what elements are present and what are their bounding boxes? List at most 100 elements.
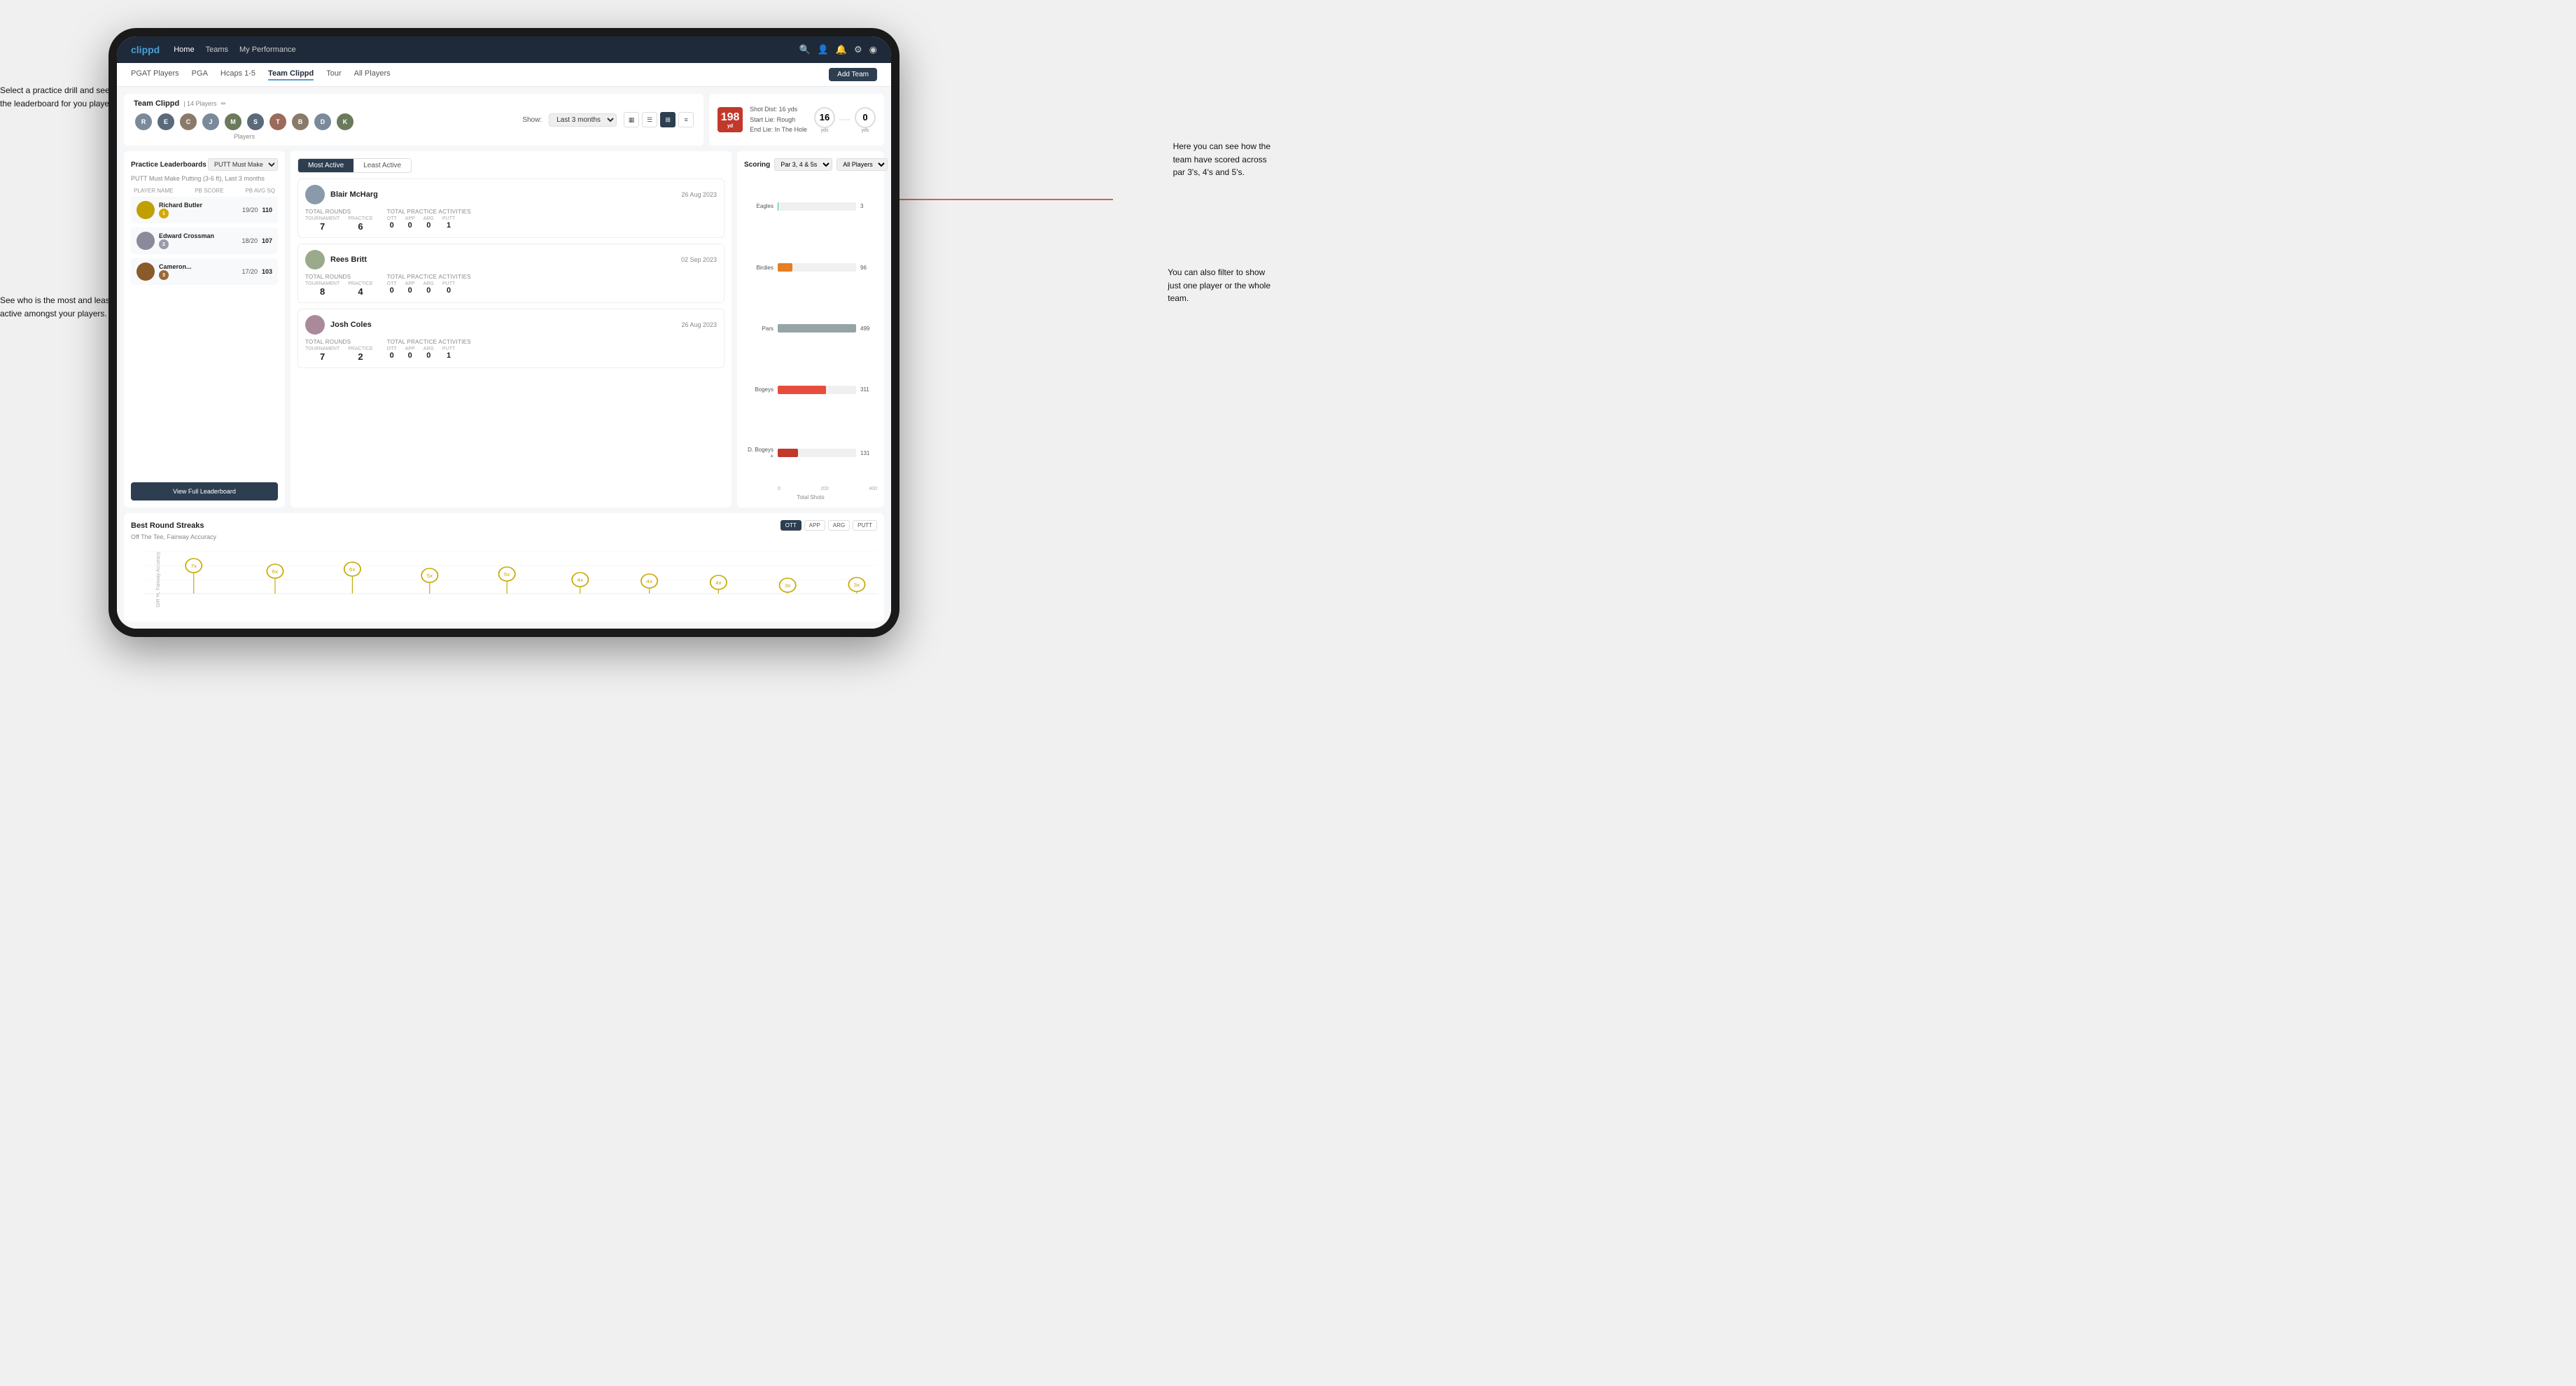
sub-nav-all-players[interactable]: All Players bbox=[354, 69, 391, 80]
annotation-bottom-right: You can also filter to show just one pla… bbox=[1168, 266, 1270, 305]
sub-nav-links: PGAT Players PGA Hcaps 1-5 Team Clippd T… bbox=[131, 69, 829, 80]
list-view-icon[interactable]: ☰ bbox=[642, 112, 657, 127]
view-icons: ▦ ☰ ⊞ ≡ bbox=[624, 112, 694, 127]
avatar bbox=[305, 315, 325, 335]
total-rounds-group: Total Rounds Tournament 7 Practice bbox=[305, 339, 373, 362]
bar-chart: Eagles 3 Birdies 96 bbox=[744, 178, 877, 484]
scoring-header: Scoring Par 3, 4 & 5s Par 3s Par 4s Par … bbox=[744, 158, 877, 171]
player-name: Josh Coles bbox=[330, 321, 676, 329]
avatar: K bbox=[335, 112, 355, 132]
arg-value: 0 bbox=[426, 221, 430, 230]
nav-icons: 🔍 👤 🔔 ⚙ ◉ bbox=[799, 44, 877, 55]
players-label: Players bbox=[134, 133, 355, 140]
settings-icon[interactable]: ⚙ bbox=[854, 44, 862, 55]
sub-nav-pga[interactable]: PGA bbox=[192, 69, 208, 80]
tournament-rounds: 8 bbox=[320, 286, 325, 297]
player-card: Rees Britt 02 Sep 2023 Total Rounds Tour… bbox=[298, 244, 724, 303]
par-filter-select[interactable]: Par 3, 4 & 5s Par 3s Par 4s Par 5s bbox=[774, 158, 832, 171]
shot-details: Shot Dist: 16 yds Start Lie: Rough End L… bbox=[750, 104, 807, 134]
lb-player-row: Edward Crossman 2 18/20 107 bbox=[131, 227, 278, 254]
putt-value: 1 bbox=[447, 221, 451, 230]
sub-nav-hcaps[interactable]: Hcaps 1-5 bbox=[220, 69, 255, 80]
leaderboard-panel: Practice Leaderboards PUTT Must Make Put… bbox=[124, 151, 285, 507]
gold-medal: 1 bbox=[159, 209, 169, 218]
grid-view-icon[interactable]: ▦ bbox=[624, 112, 639, 127]
scoring-panel: Scoring Par 3, 4 & 5s Par 3s Par 4s Par … bbox=[737, 151, 884, 507]
sub-nav-pgat[interactable]: PGAT Players bbox=[131, 69, 179, 80]
shot-unit: yd bbox=[727, 124, 733, 129]
shot-distance: 198 bbox=[721, 111, 740, 124]
sub-nav: PGAT Players PGA Hcaps 1-5 Team Clippd T… bbox=[117, 63, 891, 87]
best-round-streaks: Best Round Streaks OTT APP ARG PUTT Off … bbox=[124, 513, 884, 622]
avatar: J bbox=[201, 112, 220, 132]
player-card-header: Rees Britt 02 Sep 2023 bbox=[305, 250, 717, 270]
filter-putt[interactable]: PUTT bbox=[853, 520, 877, 531]
player-stats: Total Rounds Tournament 8 Practice bbox=[305, 274, 717, 297]
player-name: Edward Crossman bbox=[159, 232, 237, 239]
nav-link-performance[interactable]: My Performance bbox=[239, 46, 296, 54]
player-card: Blair McHarg 26 Aug 2023 Total Rounds To… bbox=[298, 178, 724, 238]
player-name: Rees Britt bbox=[330, 255, 676, 264]
lb-player-row: Richard Butler 1 19/20 110 bbox=[131, 197, 278, 223]
top-row: Team Clippd | 14 Players ✏ R E C J M bbox=[124, 94, 884, 146]
logo: clippd bbox=[131, 44, 160, 55]
putt-value: 1 bbox=[447, 351, 451, 360]
nav-link-home[interactable]: Home bbox=[174, 46, 194, 54]
table-view-icon[interactable]: ≡ bbox=[678, 112, 694, 127]
activity-tabs: Most Active Least Active bbox=[298, 158, 412, 173]
tab-least-active[interactable]: Least Active bbox=[354, 159, 411, 172]
panel-subtitle: PUTT Must Make Putting (3-6 ft), Last 3 … bbox=[131, 175, 278, 182]
nav-bar: clippd Home Teams My Performance 🔍 👤 🔔 ⚙… bbox=[117, 36, 891, 63]
ott-value: 0 bbox=[390, 351, 394, 360]
panel-title: Practice Leaderboards bbox=[131, 161, 206, 169]
add-team-button[interactable]: Add Team bbox=[829, 68, 877, 81]
nav-link-teams[interactable]: Teams bbox=[206, 46, 228, 54]
bell-icon[interactable]: 🔔 bbox=[836, 44, 847, 55]
search-icon[interactable]: 🔍 bbox=[799, 44, 810, 55]
player-filter-select[interactable]: All Players bbox=[836, 158, 888, 171]
chart-x-labels: 0 200 400 bbox=[744, 486, 877, 491]
filter-app[interactable]: APP bbox=[804, 520, 825, 531]
view-leaderboard-button[interactable]: View Full Leaderboard bbox=[131, 482, 278, 500]
annotation-top-right: Here you can see how the team have score… bbox=[1173, 140, 1270, 179]
player-card-header: Blair McHarg 26 Aug 2023 bbox=[305, 185, 717, 204]
tournament-rounds: 7 bbox=[320, 351, 325, 362]
putt-value: 0 bbox=[447, 286, 451, 295]
player-activity-list: Blair McHarg 26 Aug 2023 Total Rounds To… bbox=[298, 178, 724, 368]
tab-most-active[interactable]: Most Active bbox=[298, 159, 354, 172]
activity-panel: Most Active Least Active Blair McHarg 26… bbox=[290, 151, 732, 507]
player-avg: 110 bbox=[262, 206, 272, 214]
ott-value: 0 bbox=[390, 286, 394, 295]
svg-text:4x: 4x bbox=[646, 579, 652, 584]
player-name: Cameron... bbox=[159, 263, 237, 270]
annotation-bottom-left: See who is the most and least active amo… bbox=[0, 294, 112, 320]
practice-rounds: 2 bbox=[358, 351, 363, 362]
person-icon[interactable]: 👤 bbox=[818, 44, 829, 55]
filter-ott[interactable]: OTT bbox=[780, 520, 802, 531]
practice-rounds: 4 bbox=[358, 286, 363, 297]
edit-icon[interactable]: ✏ bbox=[221, 100, 227, 108]
team-header: Team Clippd | 14 Players ✏ R E C J M bbox=[124, 94, 704, 146]
avatar: E bbox=[156, 112, 176, 132]
streak-inner: 7x 6x 6x 5x bbox=[145, 545, 877, 615]
sub-nav-tour[interactable]: Tour bbox=[326, 69, 341, 80]
avatar bbox=[305, 250, 325, 270]
filter-arg[interactable]: ARG bbox=[828, 520, 850, 531]
player-stats: Total Rounds Tournament 7 Practice bbox=[305, 209, 717, 232]
avatar bbox=[136, 232, 155, 250]
app-value: 0 bbox=[408, 351, 412, 360]
player-date: 26 Aug 2023 bbox=[681, 191, 717, 198]
bar-row-birdies: Birdies 96 bbox=[744, 263, 877, 272]
player-card: Josh Coles 26 Aug 2023 Total Rounds Tour… bbox=[298, 309, 724, 368]
arg-value: 0 bbox=[426, 351, 430, 360]
card-view-icon[interactable]: ⊞ bbox=[660, 112, 676, 127]
show-select[interactable]: Last 3 months Last 6 months All time bbox=[549, 113, 617, 127]
player-date: 02 Sep 2023 bbox=[681, 256, 717, 263]
shot-circle-left: 16 bbox=[814, 107, 835, 128]
filter-buttons: OTT APP ARG PUTT bbox=[780, 520, 877, 531]
profile-icon[interactable]: ◉ bbox=[869, 44, 877, 55]
drill-select[interactable]: PUTT Must Make Putting ... bbox=[208, 158, 278, 171]
shot-circle-right: 0 bbox=[855, 107, 876, 128]
avatar: S bbox=[246, 112, 265, 132]
sub-nav-team-clippd[interactable]: Team Clippd bbox=[268, 69, 314, 80]
